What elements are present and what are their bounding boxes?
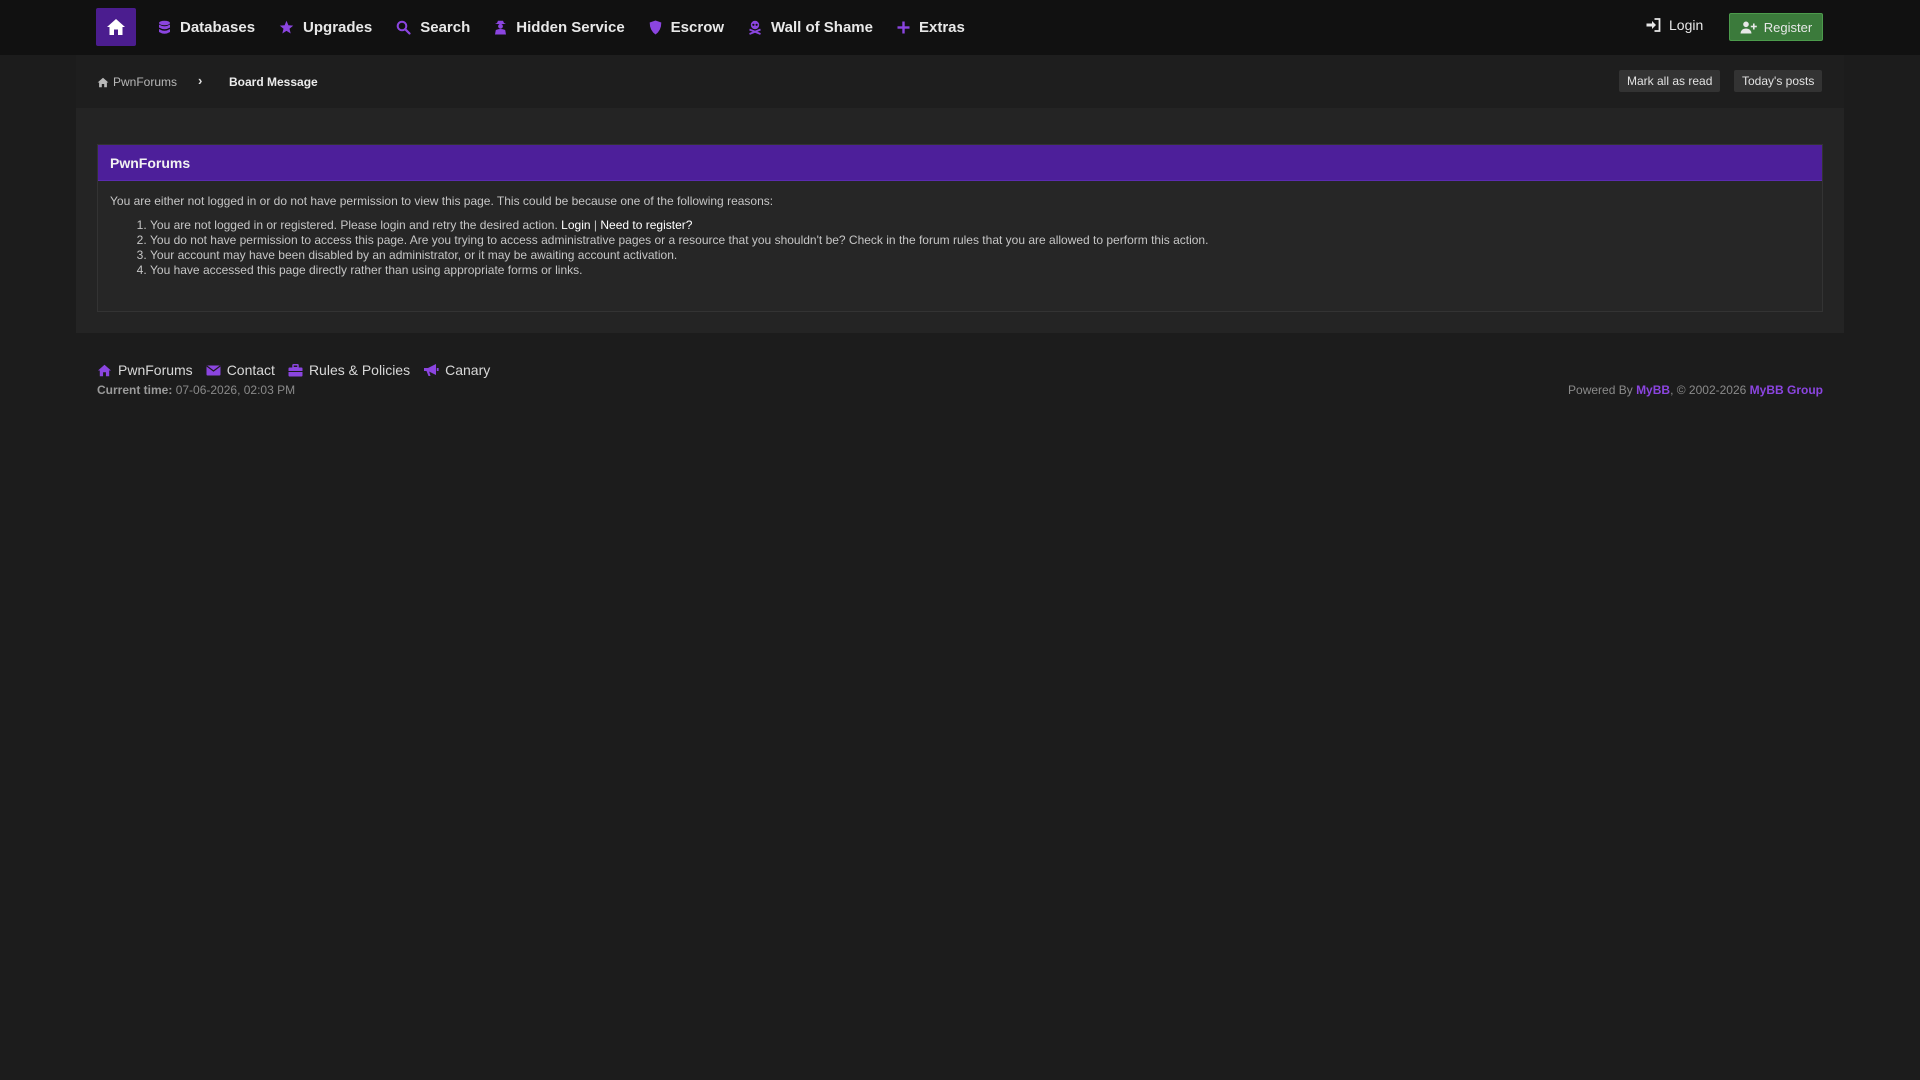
- star-icon: [279, 20, 294, 34]
- main-container: PwnForums You are either not logged in o…: [76, 108, 1844, 333]
- nav-databases[interactable]: Databases: [158, 19, 255, 36]
- nav-upgrades[interactable]: Upgrades: [279, 19, 372, 36]
- powered-by: Powered By MyBB, © 2002-2026 MyBB Group: [1568, 383, 1823, 397]
- nav-wall-of-shame[interactable]: Wall of Shame: [748, 19, 873, 36]
- shield-icon: [649, 20, 661, 35]
- nav-search[interactable]: Search: [396, 19, 470, 36]
- plus-icon: [897, 21, 910, 34]
- nav-extras[interactable]: Extras: [897, 19, 965, 36]
- breadcrumb-current: Board Message: [229, 75, 318, 89]
- main-nav: Databases Upgrades Search Hidden Service: [158, 0, 989, 55]
- reason-item: You are not logged in or registered. Ple…: [150, 218, 1810, 233]
- current-time-label: Current time:: [97, 383, 173, 397]
- nav-escrow-label: Escrow: [670, 19, 725, 36]
- home-icon: [107, 19, 125, 35]
- reason-1-text: You are not logged in or registered. Ple…: [150, 218, 558, 232]
- nav-hidden-service[interactable]: Hidden Service: [494, 19, 625, 36]
- error-intro: You are either not logged in or do not h…: [110, 194, 774, 208]
- home-button[interactable]: [96, 8, 136, 46]
- footer-link-canary[interactable]: Canary: [423, 362, 490, 378]
- mybb-group-link[interactable]: MyBB Group: [1750, 383, 1823, 397]
- nav-wall-of-shame-label: Wall of Shame: [771, 19, 873, 36]
- board-message-panel: PwnForums You are either not logged in o…: [97, 144, 1823, 312]
- breadcrumb: PwnForums › Board Message Mark all as re…: [76, 55, 1844, 108]
- footer-link-label: Rules & Policies: [308, 362, 411, 378]
- current-time: Current time: 07-06-2026, 02:03 PM: [97, 383, 295, 397]
- mybb-link[interactable]: MyBB: [1636, 383, 1670, 397]
- reason-login-link[interactable]: Login: [561, 218, 590, 232]
- register-label: Register: [1763, 19, 1813, 35]
- home-icon: [98, 364, 111, 376]
- footer-link-pwnforums[interactable]: PwnForums: [97, 362, 193, 378]
- panel-title: PwnForums: [98, 145, 1822, 181]
- briefcase-icon: [288, 363, 303, 376]
- nav-hidden-service-label: Hidden Service: [516, 19, 625, 36]
- home-icon: [97, 77, 109, 87]
- top-navbar: Databases Upgrades Search Hidden Service: [0, 0, 1920, 55]
- footer-link-contact[interactable]: Contact: [206, 362, 275, 378]
- nav-extras-label: Extras: [919, 19, 965, 36]
- reasons-list: You are not logged in or registered. Ple…: [110, 218, 1810, 278]
- breadcrumb-home-label: PwnForums: [113, 75, 178, 89]
- reason-item: Your account may have been disabled by a…: [150, 248, 1810, 263]
- envelope-icon: [206, 365, 221, 375]
- reason-link-separator: |: [593, 218, 598, 232]
- reason-register-link[interactable]: Need to register?: [600, 218, 692, 232]
- breadcrumb-separator: ›: [198, 73, 203, 88]
- footer-links: PwnForums Contact Rules & Policies Canar…: [97, 362, 503, 378]
- search-icon: [396, 20, 411, 35]
- breadcrumb-home-link[interactable]: PwnForums: [97, 75, 177, 89]
- database-icon: [159, 20, 170, 34]
- reason-item: You have accessed this page directly rat…: [150, 263, 1810, 278]
- footer-link-label: Contact: [226, 362, 275, 378]
- nav-databases-label: Databases: [180, 19, 256, 36]
- footer-link-label: Canary: [445, 362, 491, 378]
- login-link[interactable]: Login: [1646, 17, 1703, 33]
- current-time-value: 07-06-2026, 02:03 PM: [175, 383, 296, 397]
- user-plus-icon: [1740, 21, 1757, 33]
- reason-item: You do not have permission to access thi…: [150, 233, 1810, 248]
- footer-link-label: PwnForums: [118, 362, 193, 378]
- copyright-text: , © 2002-2026: [1670, 383, 1747, 397]
- footer-link-rules[interactable]: Rules & Policies: [288, 362, 410, 378]
- nav-search-label: Search: [420, 19, 471, 36]
- sign-in-icon: [1646, 18, 1661, 32]
- todays-posts-button[interactable]: Today's posts: [1734, 70, 1823, 92]
- skull-icon: [749, 20, 761, 35]
- nav-upgrades-label: Upgrades: [303, 19, 373, 36]
- powered-by-text: Powered By: [1568, 383, 1633, 397]
- mark-all-read-button[interactable]: Mark all as read: [1619, 70, 1721, 92]
- nav-escrow[interactable]: Escrow: [649, 19, 724, 36]
- panel-body: You are either not logged in or do not h…: [98, 181, 1822, 291]
- register-button[interactable]: Register: [1729, 13, 1823, 41]
- bullhorn-icon: [424, 364, 439, 376]
- user-secret-icon: [495, 20, 507, 35]
- login-label: Login: [1669, 17, 1704, 33]
